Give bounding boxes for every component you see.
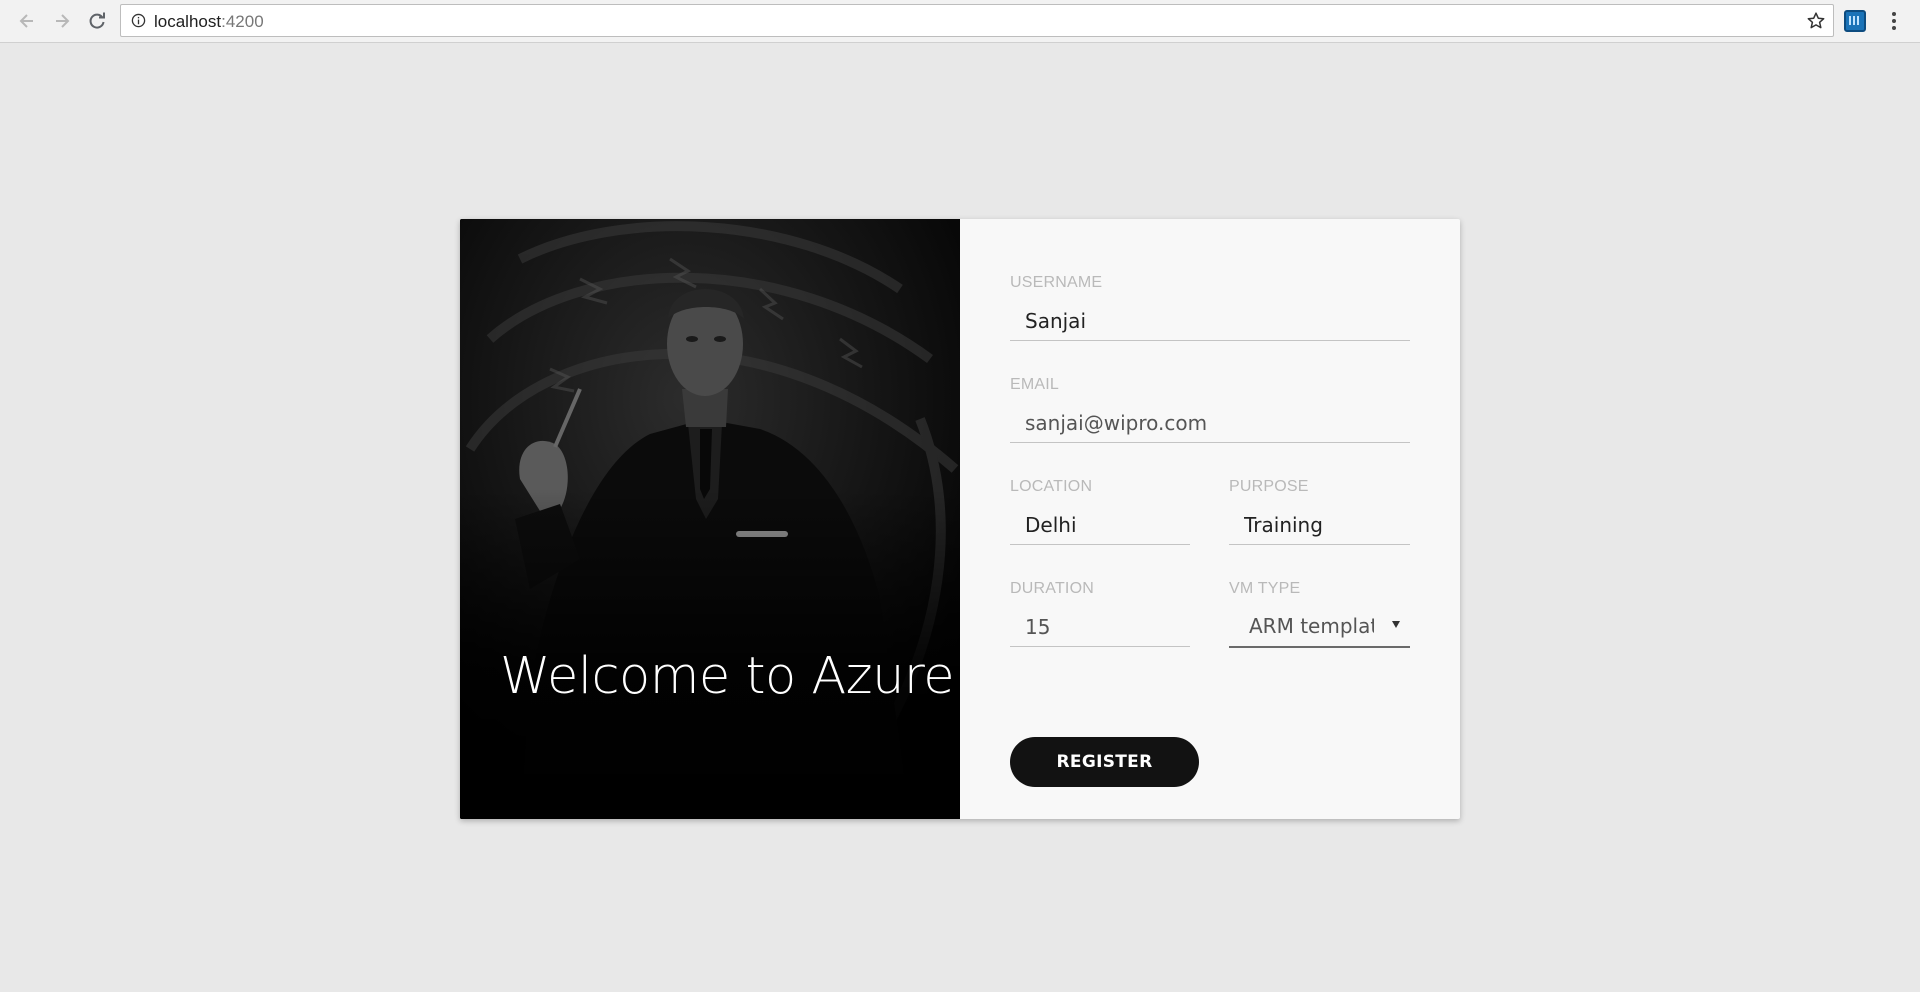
- username-label: USERNAME: [1010, 274, 1103, 291]
- username-field: USERNAME: [1010, 274, 1410, 344]
- arrow-right-icon: [56, 14, 70, 28]
- kebab-menu-icon[interactable]: [1884, 10, 1904, 32]
- register-button[interactable]: REGISTER: [1010, 737, 1199, 787]
- browser-toolbar: localhost:4200: [0, 0, 1920, 43]
- vm-type-select[interactable]: ARM template: [1229, 607, 1410, 648]
- registration-card: Welcome to Azure USERNAME EMAIL LOCATION…: [460, 219, 1460, 819]
- duration-input[interactable]: [1010, 607, 1190, 647]
- vm-type-label: VM TYPE: [1229, 580, 1301, 597]
- location-label: LOCATION: [1010, 478, 1093, 495]
- hero-panel: Welcome to Azure: [460, 219, 960, 819]
- url-text: localhost:4200: [154, 12, 264, 32]
- email-field: EMAIL: [1010, 376, 1410, 446]
- location-field: LOCATION: [1010, 478, 1190, 548]
- purpose-input[interactable]: [1229, 505, 1410, 545]
- reload-icon: [89, 12, 105, 29]
- hero-title: Welcome to Azure: [500, 647, 955, 706]
- purpose-label: PURPOSE: [1229, 478, 1309, 495]
- hero-image: [460, 219, 960, 819]
- arrow-left-icon: [19, 14, 33, 28]
- location-input[interactable]: [1010, 505, 1190, 545]
- back-button[interactable]: [14, 8, 40, 34]
- info-icon[interactable]: [131, 13, 146, 28]
- url-port: :4200: [221, 12, 264, 31]
- reload-button[interactable]: [84, 8, 110, 34]
- forward-button[interactable]: [49, 8, 75, 34]
- duration-field: DURATION: [1010, 580, 1190, 650]
- duration-label: DURATION: [1010, 580, 1094, 597]
- purpose-field: PURPOSE: [1229, 478, 1410, 548]
- extension-icon[interactable]: [1844, 10, 1866, 32]
- vm-type-value: ARM template: [1249, 614, 1374, 638]
- email-input[interactable]: [1010, 403, 1410, 443]
- username-input[interactable]: [1010, 301, 1410, 341]
- url-host: localhost: [154, 12, 222, 31]
- email-label: EMAIL: [1010, 376, 1060, 393]
- address-bar[interactable]: localhost:4200: [120, 4, 1834, 37]
- vm-type-field: VM TYPE ARM template: [1229, 580, 1410, 650]
- star-icon[interactable]: [1806, 11, 1826, 31]
- chevron-down-icon: [1392, 621, 1400, 628]
- registration-form: USERNAME EMAIL LOCATION PURPOSE DURATION…: [1010, 219, 1410, 819]
